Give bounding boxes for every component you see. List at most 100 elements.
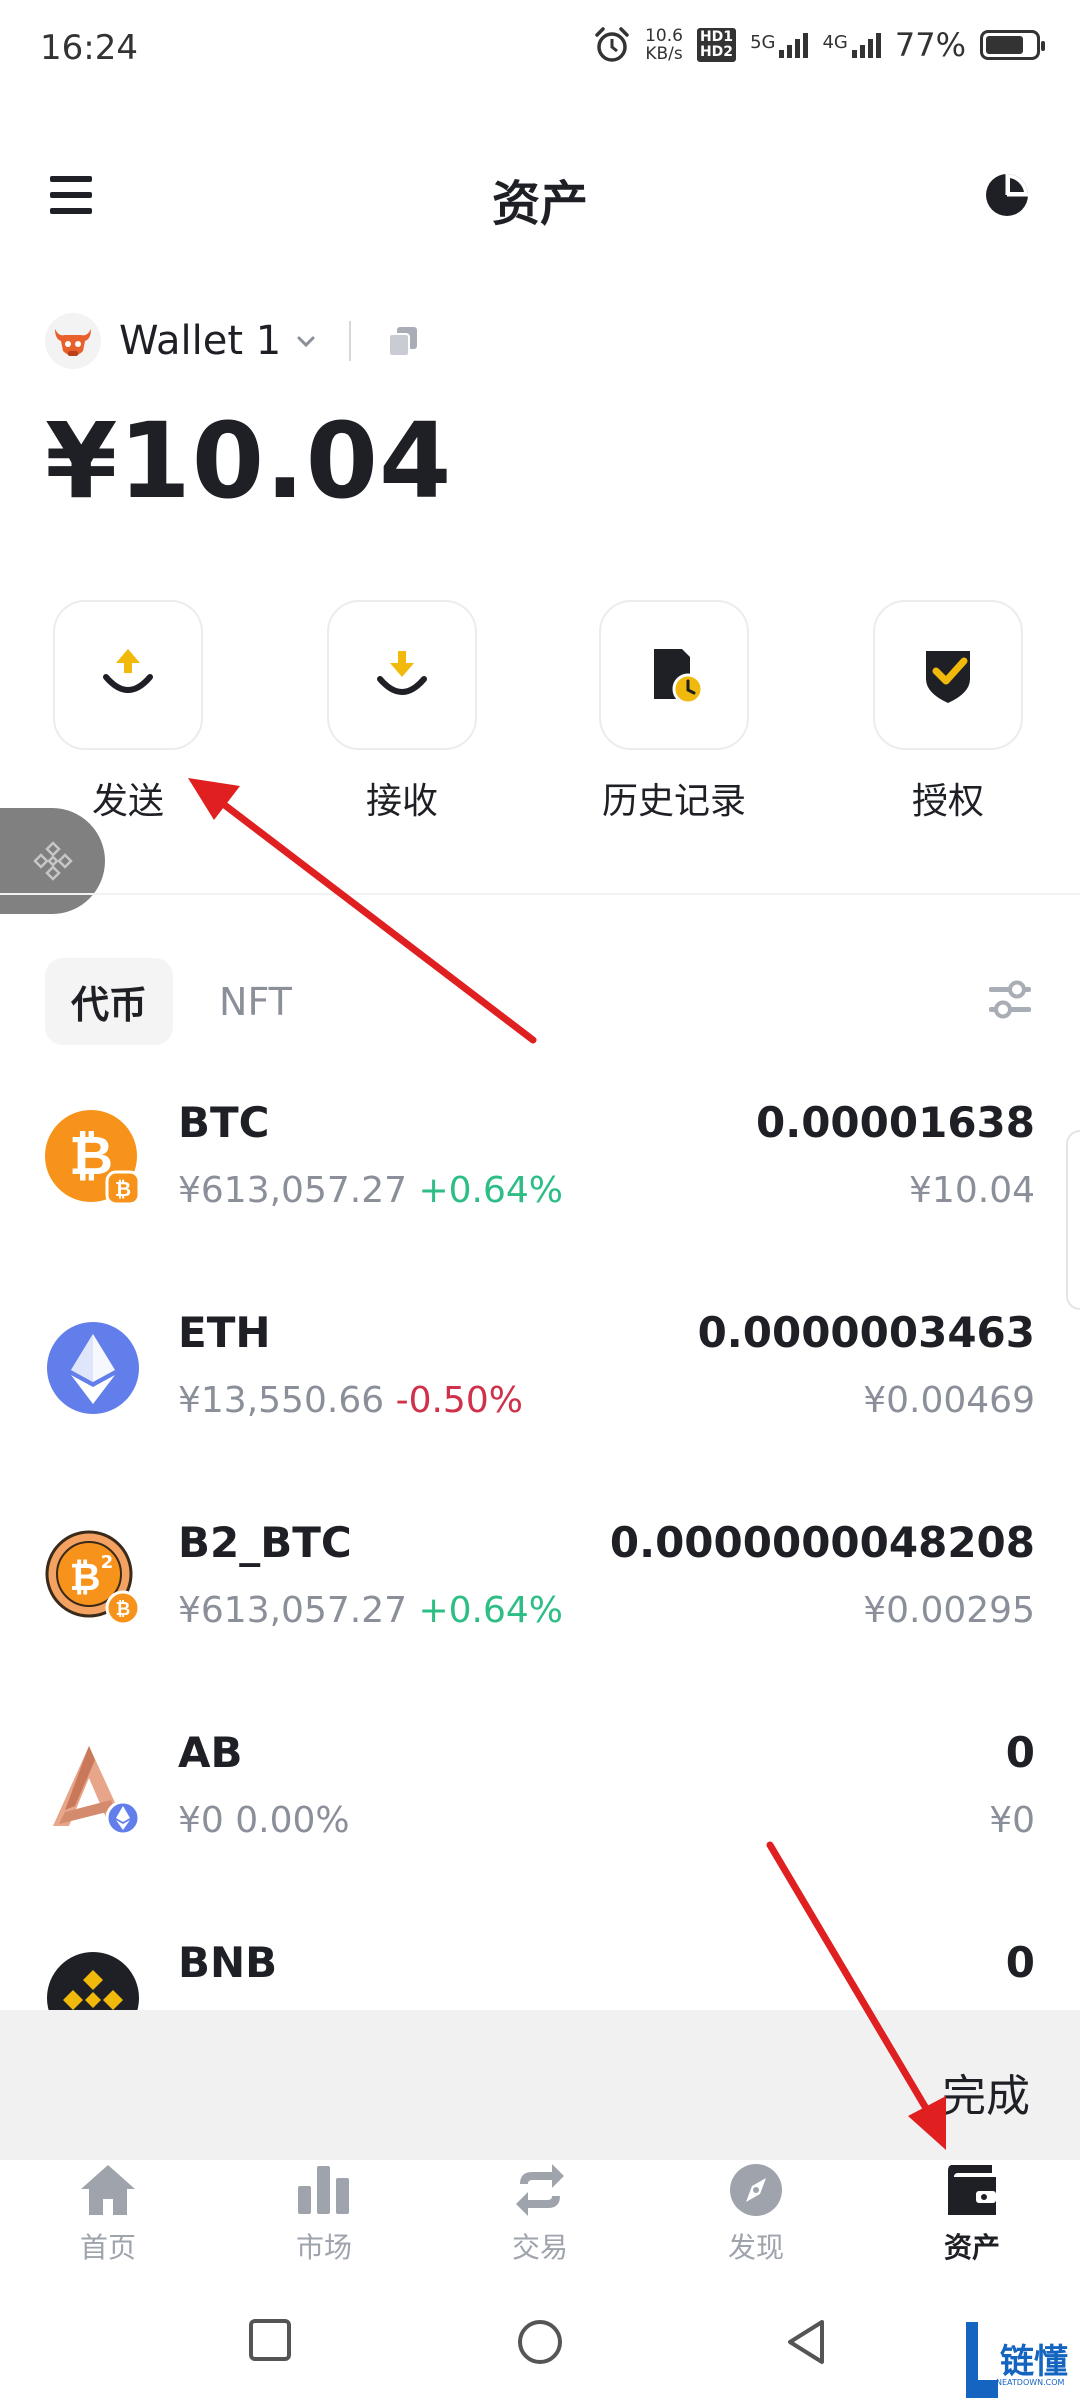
hd1-label: HD1 (699, 29, 734, 45)
svg-text:₿: ₿ (115, 1177, 131, 1201)
done-bar: 完成 (0, 2010, 1080, 2160)
history-icon (654, 649, 704, 705)
token-row-eth[interactable]: ETH ¥13,550.66 -0.50% 0.0000003463 ¥0.00… (0, 1280, 1080, 1490)
token-amount: 0.0000003463 (697, 1308, 1035, 1357)
battery-percent: 77% (894, 26, 966, 64)
binance-logo-icon (32, 841, 73, 881)
nav-assets[interactable]: 资产 (864, 2160, 1080, 2290)
receive-icon (377, 651, 427, 695)
tab-nft[interactable]: NFT (193, 964, 318, 1040)
wallet-icon (942, 2160, 1002, 2220)
token-value: ¥10.04 (909, 1170, 1035, 1211)
token-change: 0.00% (235, 1800, 350, 1841)
token-price-line: ¥13,550.66 -0.50% (178, 1380, 523, 1421)
approval-button[interactable] (873, 600, 1023, 750)
approval-action[interactable]: 授权 (858, 600, 1038, 824)
token-value: ¥0.00295 (863, 1590, 1035, 1631)
done-button[interactable]: 完成 (942, 2060, 1030, 2124)
copy-icon[interactable] (385, 323, 421, 359)
tab-tokens[interactable]: 代币 (45, 958, 174, 1045)
net-speed-value: 10.6 (645, 26, 683, 46)
token-price: ¥613,057.27 (178, 1590, 408, 1631)
sim2-label: 4G (822, 32, 848, 53)
token-change: +0.64% (418, 1590, 564, 1631)
watermark-logo-icon (966, 2322, 998, 2398)
pie-chart-icon[interactable] (984, 172, 1030, 218)
token-price: ¥13,550.66 (178, 1380, 385, 1421)
recents-square-icon[interactable] (248, 2318, 292, 2362)
signal-sim1: 5G (750, 32, 809, 58)
ethereum-icon (47, 1322, 139, 1414)
wallet-name: Wallet 1 (119, 318, 282, 364)
back-triangle-icon[interactable] (784, 2318, 828, 2366)
token-value: ¥0 (989, 1800, 1035, 1841)
compass-icon (726, 2160, 786, 2220)
total-balance: ¥10.04 (45, 400, 453, 522)
nav-label: 首页 (79, 2231, 136, 2264)
token-price-line: ¥613,057.27 +0.64% (178, 1590, 563, 1631)
token-change: -0.50% (395, 1380, 523, 1421)
chevron-down-icon (297, 336, 315, 348)
approval-label: 授权 (911, 781, 984, 822)
sim1-label: 5G (750, 32, 776, 53)
token-value: ¥0.00469 (863, 1380, 1035, 1421)
nav-label: 资产 (943, 2231, 1000, 2264)
nav-home[interactable]: 首页 (0, 2160, 216, 2290)
floating-assistant-button[interactable] (0, 808, 105, 914)
token-symbol: B2_BTC (178, 1518, 352, 1567)
history-action[interactable]: 历史记录 (584, 600, 764, 824)
wallet-selector[interactable]: Wallet 1 (45, 310, 421, 372)
token-symbol: ETH (178, 1308, 271, 1357)
token-amount: 0.00001638 (756, 1098, 1035, 1147)
token-row-b2-btc[interactable]: ₿ 2 ₿ B2_BTC ¥613,057.27 +0.64% 0.000000… (0, 1490, 1080, 1700)
home-circle-icon[interactable] (516, 2318, 564, 2366)
nav-discover[interactable]: 发现 (648, 2160, 864, 2290)
send-button[interactable] (53, 600, 203, 750)
token-price: ¥613,057.27 (178, 1170, 408, 1211)
token-row-btc[interactable]: ₿ ₿ BTC ¥613,057.27 +0.64% 0.00001638 ¥1… (0, 1070, 1080, 1280)
alarm-icon (595, 27, 629, 62)
svg-text:₿: ₿ (116, 1599, 131, 1620)
divider (349, 321, 352, 361)
receive-label: 接收 (365, 781, 438, 822)
send-action[interactable]: 发送 (38, 600, 218, 824)
token-list: ₿ ₿ BTC ¥613,057.27 +0.64% 0.00001638 ¥1… (0, 1070, 1080, 2120)
token-price-line: ¥613,057.27 +0.64% (178, 1170, 563, 1211)
app-header: 资产 (0, 140, 1080, 250)
token-amount: 0 (1005, 1938, 1035, 1987)
battery-fill (986, 36, 1023, 54)
token-symbol: BNB (178, 1938, 278, 1987)
token-symbol: AB (178, 1728, 243, 1777)
battery-icon (980, 30, 1045, 60)
nav-label: 市场 (295, 2231, 352, 2264)
receive-button[interactable] (327, 600, 477, 750)
watermark-text: 链懂 (1000, 2342, 1068, 2382)
token-row-ab[interactable]: AB ¥0 0.00% 0 ¥0 (0, 1700, 1080, 1910)
history-button[interactable] (599, 600, 749, 750)
status-time: 16:24 (40, 28, 138, 68)
home-icon (78, 2160, 138, 2220)
nav-market[interactable]: 市场 (216, 2160, 432, 2290)
receive-action[interactable]: 接收 (312, 600, 492, 824)
token-change: +0.64% (418, 1170, 564, 1211)
history-label: 历史记录 (601, 781, 746, 822)
wallet-avatar (45, 313, 101, 369)
token-price: ¥0 (178, 1800, 224, 1841)
signal-bars-icon (851, 32, 881, 58)
bitcoin-icon: ₿ ₿ (45, 1110, 141, 1206)
nav-trade[interactable]: 交易 (432, 2160, 648, 2290)
token-price-line: ¥0 0.00% (178, 1800, 350, 1841)
send-icon (103, 649, 153, 693)
edge-handle[interactable] (1066, 1130, 1080, 1310)
section-divider (0, 893, 1080, 895)
signal-sim2: 4G (822, 32, 881, 58)
action-row: 发送 接收 历史记录 授权 (0, 600, 1080, 830)
page-title: 资产 (491, 176, 588, 232)
b2-bitcoin-icon: ₿ 2 ₿ (45, 1530, 141, 1626)
watermark: 链懂 NEATDOWN.COM (960, 2320, 1080, 2400)
market-bars-icon (294, 2160, 354, 2220)
filter-sliders-icon[interactable] (985, 975, 1035, 1025)
svg-text:₿: ₿ (70, 1555, 101, 1599)
status-icons: 10.6 KB/s HD1 HD2 5G 4G 77% (593, 26, 1045, 64)
approval-icon (926, 651, 970, 703)
